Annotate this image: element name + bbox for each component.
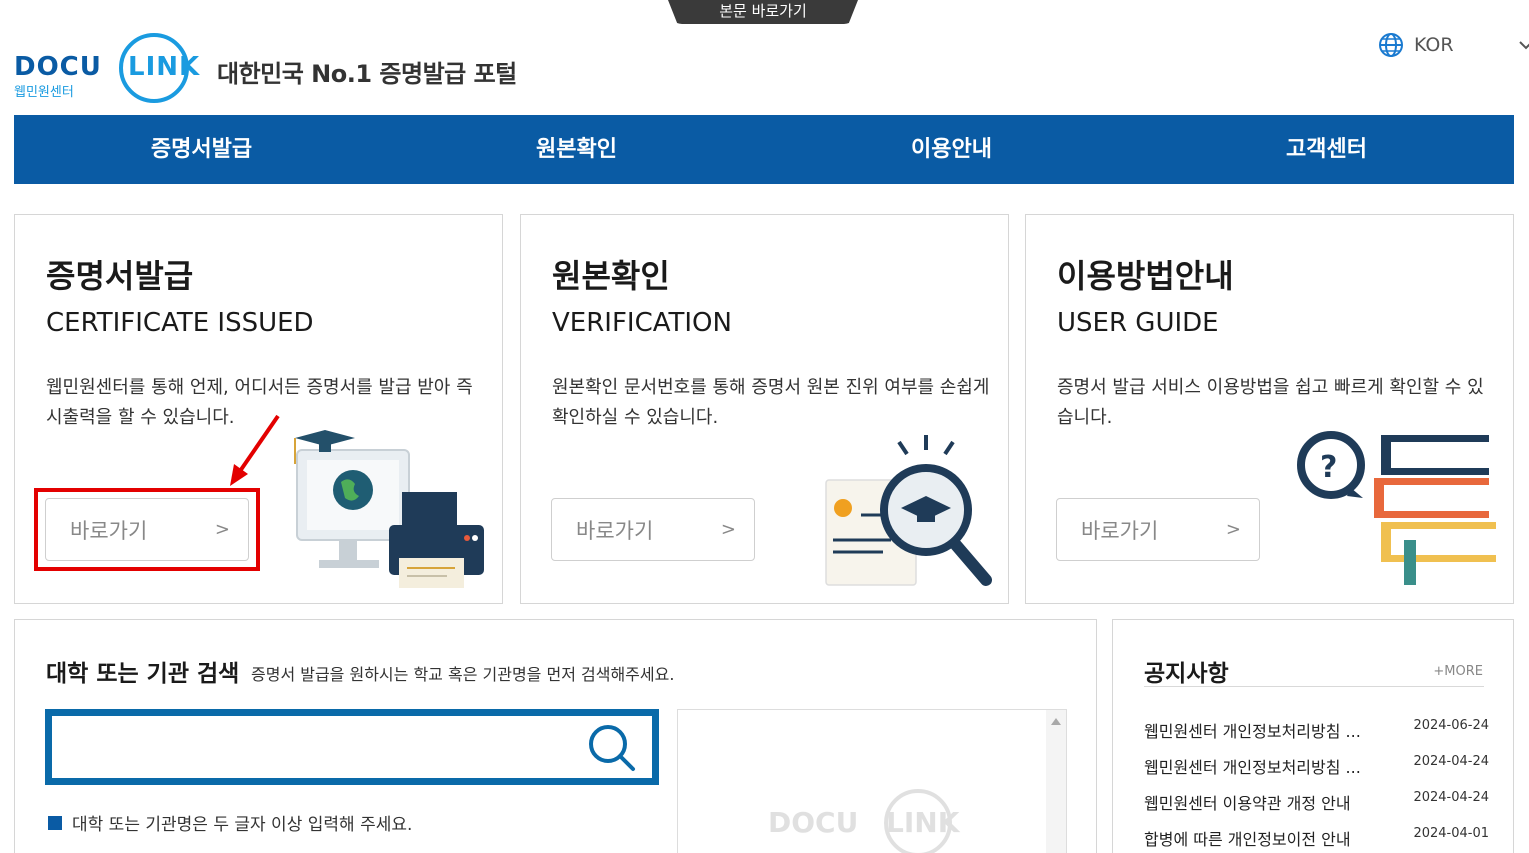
scroll-up-arrow-icon[interactable] <box>1051 718 1061 725</box>
svg-text:?: ? <box>1320 450 1337 485</box>
go-button-label: 바로가기 <box>1081 518 1159 543</box>
chevron-right-icon: > <box>720 519 736 540</box>
card-description: 증명서 발급 서비스 이용방법을 쉽고 빠르게 확인할 수 있습니다. <box>1057 377 1484 428</box>
site-tagline: 대한민국 No.1 증명발급 포털 <box>217 60 517 88</box>
computer-printer-illustration <box>294 430 484 588</box>
svg-text:웹민원센터: 웹민원센터 <box>14 85 74 100</box>
books-question-illustration: ? <box>1297 431 1496 585</box>
search-title: 대학 또는 기관 검색 <box>46 661 240 687</box>
chevron-down-icon <box>1518 41 1529 50</box>
go-button-verification[interactable]: 바로가기 > <box>551 498 755 561</box>
card-subtitle: CERTIFICATE ISSUED <box>46 308 314 338</box>
search-field-wrapper <box>45 709 659 785</box>
notice-section: 공지사항 +MORE 웹민원센터 개인정보처리방침 ... 2024-06-24 … <box>1112 619 1514 853</box>
svg-text:DOCU: DOCU <box>14 52 102 82</box>
language-selector[interactable]: KOR <box>1378 32 1529 58</box>
search-results-list[interactable]: DOCU LINK <box>677 709 1067 853</box>
svg-text:DOCU: DOCU <box>768 806 858 839</box>
notice-item-date: 2024-06-24 <box>1413 718 1489 733</box>
nav-certificate-issue[interactable]: 증명서발급 <box>14 115 389 184</box>
card-description: 원본확인 문서번호를 통해 증명서 원본 진위 여부를 손쉽게 확인하실 수 있… <box>552 377 990 428</box>
highlight-box <box>34 488 260 571</box>
red-arrow-icon <box>230 414 280 486</box>
notice-more-link[interactable]: +MORE <box>1433 664 1483 679</box>
notice-item-title[interactable]: 웹민원센터 개인정보처리방침 ... <box>1144 754 1384 790</box>
notice-item-title[interactable]: 웹민원센터 이용약관 개정 안내 <box>1144 790 1384 826</box>
notice-item-title[interactable]: 합병에 따른 개인정보이전 안내 <box>1144 826 1384 853</box>
magnifier-certificate-illustration <box>825 435 992 586</box>
bullet-square-icon <box>48 815 62 830</box>
chevron-right-icon: > <box>1225 519 1241 540</box>
notice-item[interactable]: 웹민원센터 이용약관 개정 안내 2024-04-24 <box>1144 790 1489 826</box>
notice-item-title[interactable]: 웹민원센터 개인정보처리방침 ... <box>1144 718 1384 754</box>
search-input[interactable] <box>52 716 572 776</box>
notice-item[interactable]: 웹민원센터 개인정보처리방침 ... 2024-04-24 <box>1144 754 1489 790</box>
go-button-user-guide[interactable]: 바로가기 > <box>1056 498 1260 561</box>
notice-item-date: 2024-04-24 <box>1413 754 1489 769</box>
card-subtitle: VERIFICATION <box>552 308 732 338</box>
card-title: 이용방법안내 <box>1057 257 1234 295</box>
skip-to-content-link[interactable]: 본문 바로가기 <box>668 0 858 24</box>
card-title: 증명서발급 <box>46 257 194 295</box>
search-hint: 대학 또는 기관명은 두 글자 이상 입력해 주세요. <box>48 810 412 835</box>
go-button-label: 바로가기 <box>576 518 654 543</box>
search-icon[interactable] <box>586 722 638 774</box>
card-title: 원본확인 <box>552 257 670 295</box>
notice-title: 공지사항 <box>1144 661 1229 687</box>
card-subtitle: USER GUIDE <box>1057 308 1219 338</box>
nav-verification[interactable]: 원본확인 <box>389 115 764 184</box>
globe-icon <box>1379 33 1403 57</box>
institution-search-section: 대학 또는 기관 검색 증명서 발급을 원하시는 학교 혹은 기관명을 먼저 검… <box>14 619 1097 853</box>
scrollbar[interactable] <box>1046 710 1066 853</box>
search-hint-text: 대학 또는 기관명은 두 글자 이상 입력해 주세요. <box>72 815 413 835</box>
svg-text:LINK: LINK <box>128 52 200 82</box>
notice-item-date: 2024-04-24 <box>1413 790 1489 805</box>
nav-customer-center[interactable]: 고객센터 <box>1139 115 1514 184</box>
nav-guide[interactable]: 이용안내 <box>764 115 1139 184</box>
notice-item-date: 2024-04-01 <box>1413 826 1489 841</box>
svg-text:LINK: LINK <box>886 806 961 839</box>
main-navigation: 증명서발급 원본확인 이용안내 고객센터 <box>14 115 1514 184</box>
docu-link-watermark-logo: DOCU LINK <box>768 789 961 853</box>
notice-item[interactable]: 합병에 따른 개인정보이전 안내 2024-04-01 <box>1144 826 1489 853</box>
search-subtitle: 증명서 발급을 원하시는 학교 혹은 기관명을 먼저 검색해주세요. <box>251 665 675 684</box>
language-label: KOR <box>1414 34 1454 56</box>
docu-link-logo[interactable]: DOCU LINK 웹민원센터 <box>14 30 204 106</box>
card-user-guide: 이용방법안내 USER GUIDE 증명서 발급 서비스 이용방법을 쉽고 빠르… <box>1025 214 1514 604</box>
card-verification: 원본확인 VERIFICATION 원본확인 문서번호를 통해 증명서 원본 진… <box>520 214 1009 604</box>
divider <box>1144 686 1484 687</box>
notice-list: 웹민원센터 개인정보처리방침 ... 2024-06-24 웹민원센터 개인정보처… <box>1144 718 1489 853</box>
notice-item[interactable]: 웹민원센터 개인정보처리방침 ... 2024-06-24 <box>1144 718 1489 754</box>
